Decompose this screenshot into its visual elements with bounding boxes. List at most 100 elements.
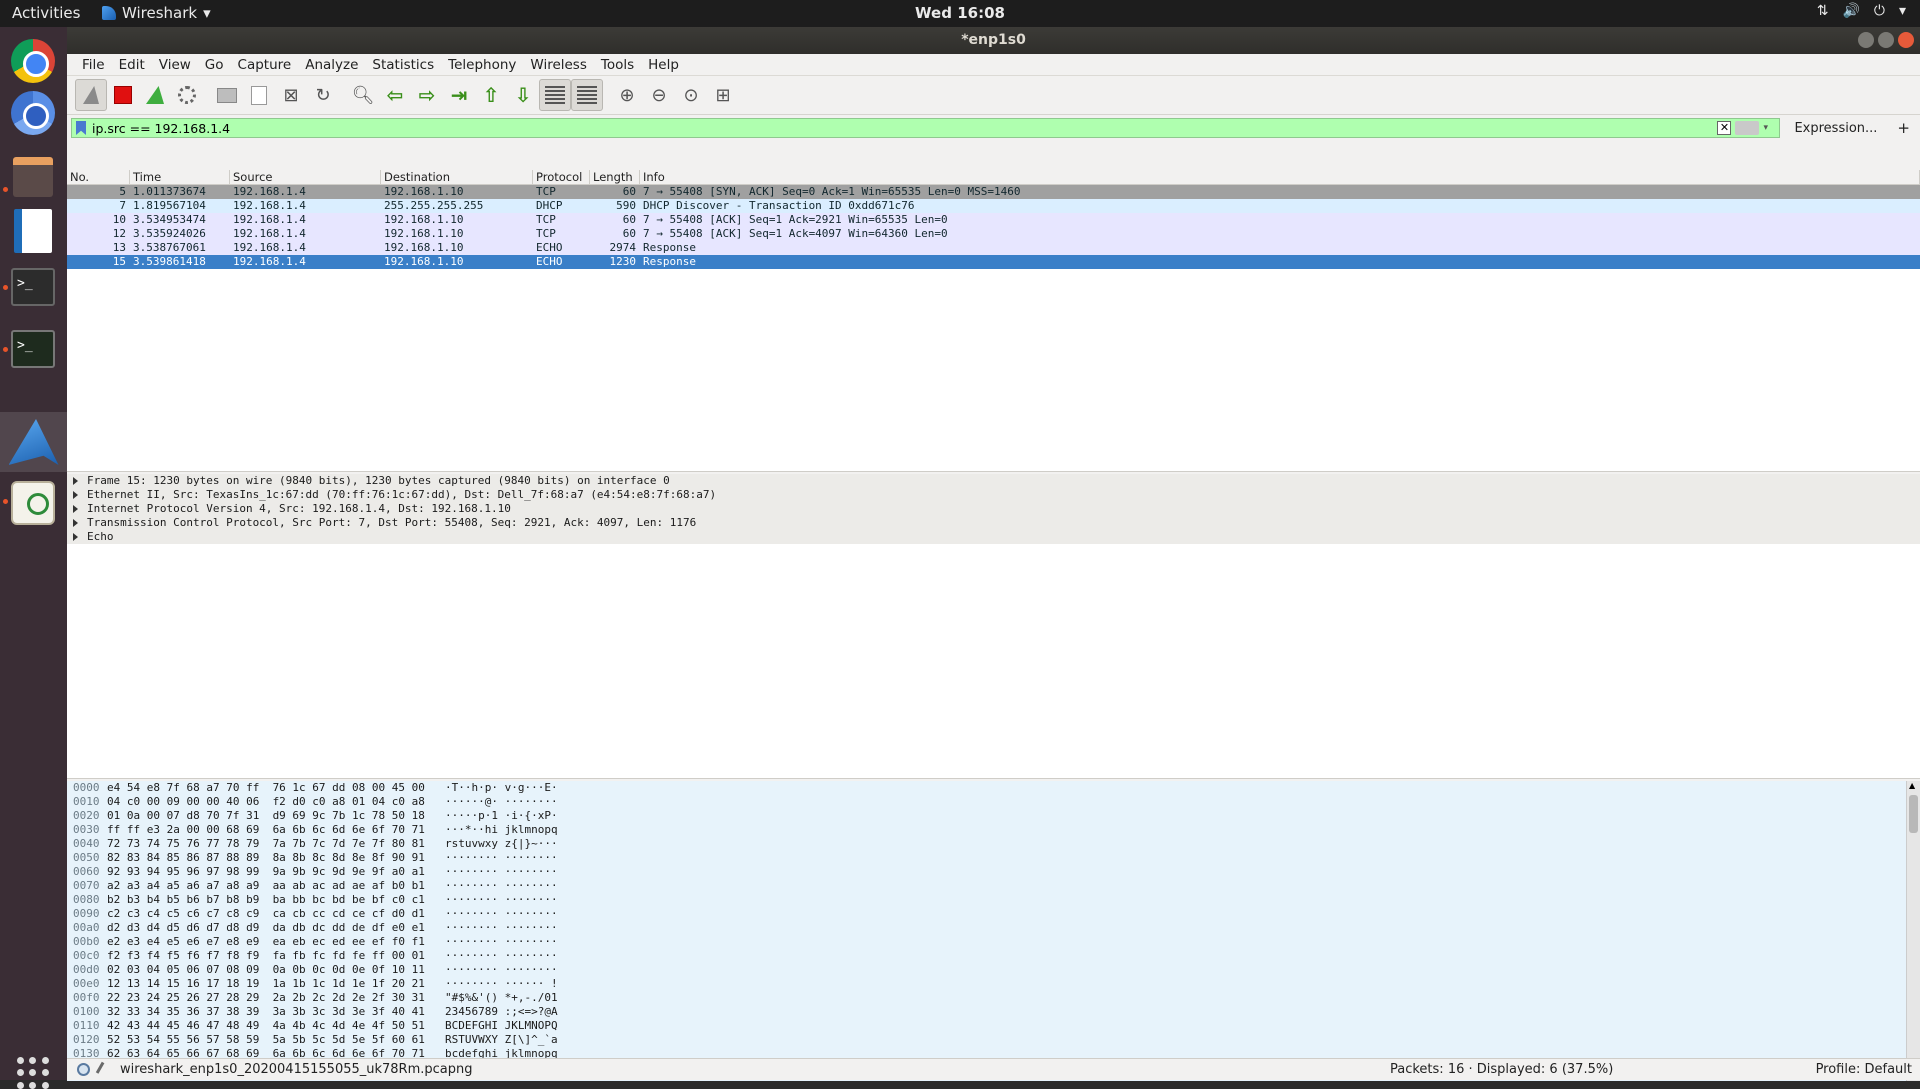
volume-icon[interactable]: 🔊 bbox=[1842, 3, 1859, 19]
show-applications-button[interactable] bbox=[17, 1057, 49, 1089]
activities-button[interactable]: Activities bbox=[12, 4, 80, 22]
reload-file-button[interactable]: ↻ bbox=[307, 79, 339, 111]
menu-file[interactable]: File bbox=[75, 57, 112, 73]
scrollbar-thumb[interactable] bbox=[1909, 795, 1918, 833]
normal-size-button[interactable]: ⊙ bbox=[675, 79, 707, 111]
hex-row[interactable]: 0030 ff ff e3 2a 00 00 68 69 6a 6b 6c 6d … bbox=[67, 823, 1920, 837]
packet-list[interactable]: No. Time Source Destination Protocol Len… bbox=[67, 170, 1920, 472]
detail-tree-item[interactable]: Echo bbox=[67, 530, 1920, 544]
hex-row[interactable]: 0070 a2 a3 a4 a5 a6 a7 a8 a9 aa ab ac ad … bbox=[67, 879, 1920, 893]
packet-row[interactable]: 15 3.539861418 192.168.1.4 192.168.1.10 ECHO… bbox=[67, 255, 1920, 269]
start-capture-button[interactable] bbox=[75, 79, 107, 111]
menu-analyze[interactable]: Analyze bbox=[298, 57, 365, 73]
first-packet-button[interactable]: ⇧ bbox=[475, 79, 507, 111]
packet-row[interactable]: 13 3.538767061 192.168.1.4 192.168.1.10 ECHO… bbox=[67, 241, 1920, 255]
menu-tools[interactable]: Tools bbox=[594, 57, 641, 73]
capture-options-button[interactable] bbox=[171, 79, 203, 111]
column-destination[interactable]: Destination bbox=[381, 170, 533, 184]
packet-row[interactable]: 12 3.535924026 192.168.1.4 192.168.1.10 TCP 6… bbox=[67, 227, 1920, 241]
expert-info-icon[interactable] bbox=[77, 1063, 90, 1076]
packet-bytes[interactable]: 0000 e4 54 e8 7f 68 a7 70 ff 76 1c 67 dd … bbox=[67, 781, 1920, 1081]
hex-row[interactable]: 00d0 02 03 04 05 06 07 08 09 0a 0b 0c 0d … bbox=[67, 963, 1920, 977]
dock-terminal[interactable]: >_ bbox=[9, 263, 57, 311]
expand-arrow-icon[interactable] bbox=[73, 505, 78, 513]
maximize-button[interactable] bbox=[1878, 32, 1894, 48]
stop-capture-button[interactable] bbox=[107, 79, 139, 111]
dock-wireshark[interactable] bbox=[0, 412, 67, 472]
close-button[interactable] bbox=[1898, 32, 1914, 48]
expand-arrow-icon[interactable] bbox=[73, 491, 78, 499]
dock-terminal-2[interactable]: >_ bbox=[9, 325, 57, 373]
zoom-in-button[interactable]: ⊕ bbox=[611, 79, 643, 111]
column-length[interactable]: Length bbox=[590, 170, 640, 184]
hex-row[interactable]: 00b0 e2 e3 e4 e5 e6 e7 e8 e9 ea eb ec ed … bbox=[67, 935, 1920, 949]
restart-capture-button[interactable] bbox=[139, 79, 171, 111]
column-info[interactable]: Info bbox=[640, 170, 1920, 184]
column-protocol[interactable]: Protocol bbox=[533, 170, 590, 184]
autoscroll-button[interactable] bbox=[539, 79, 571, 111]
hex-row[interactable]: 0120 52 53 54 55 56 57 58 59 5a 5b 5c 5d … bbox=[67, 1033, 1920, 1047]
menu-capture[interactable]: Capture bbox=[231, 57, 299, 73]
hex-row[interactable]: 00c0 f2 f3 f4 f5 f6 f7 f8 f9 fa fb fc fd … bbox=[67, 949, 1920, 963]
dock-writer[interactable] bbox=[9, 207, 57, 255]
last-packet-button[interactable]: ⇩ bbox=[507, 79, 539, 111]
hex-row[interactable]: 0100 32 33 34 35 36 37 38 39 3a 3b 3c 3d … bbox=[67, 1005, 1920, 1019]
filter-history-dropdown[interactable]: ▾ bbox=[1763, 123, 1775, 133]
menu-help[interactable]: Help bbox=[641, 57, 686, 73]
detail-tree-item[interactable]: Frame 15: 1230 bytes on wire (9840 bits)… bbox=[67, 474, 1920, 488]
dock-files[interactable] bbox=[9, 153, 57, 201]
hex-row[interactable]: 0050 82 83 84 85 86 87 88 89 8a 8b 8c 8d … bbox=[67, 851, 1920, 865]
minimize-button[interactable] bbox=[1858, 32, 1874, 48]
bytes-scrollbar[interactable]: ▲ ▼ bbox=[1906, 781, 1920, 1081]
detail-tree-item[interactable]: Internet Protocol Version 4, Src: 192.16… bbox=[67, 502, 1920, 516]
expand-arrow-icon[interactable] bbox=[73, 533, 78, 541]
go-to-packet-button[interactable]: ⇥ bbox=[443, 79, 475, 111]
network-icon[interactable]: ⇅ bbox=[1817, 3, 1829, 19]
window-titlebar[interactable]: *enp1s0 bbox=[67, 27, 1920, 54]
hex-row[interactable]: 0000 e4 54 e8 7f 68 a7 70 ff 76 1c 67 dd … bbox=[67, 781, 1920, 795]
close-file-button[interactable]: ⊠ bbox=[275, 79, 307, 111]
resize-columns-button[interactable]: ⊞ bbox=[707, 79, 739, 111]
expand-arrow-icon[interactable] bbox=[73, 519, 78, 527]
column-source[interactable]: Source bbox=[230, 170, 381, 184]
scroll-up-icon[interactable]: ▲ bbox=[1909, 781, 1915, 790]
system-tray[interactable]: ⇅ 🔊 ⏻ ▾ bbox=[1817, 3, 1906, 19]
add-filter-button[interactable]: + bbox=[1891, 119, 1916, 137]
menu-edit[interactable]: Edit bbox=[112, 57, 152, 73]
edit-comment-icon[interactable] bbox=[95, 1061, 113, 1078]
bookmark-icon[interactable] bbox=[76, 121, 86, 135]
column-time[interactable]: Time bbox=[130, 170, 230, 184]
hex-row[interactable]: 00f0 22 23 24 25 26 27 28 29 2a 2b 2c 2d … bbox=[67, 991, 1920, 1005]
profile-selector[interactable]: Profile: Default bbox=[1810, 1062, 1920, 1077]
find-packet-button[interactable]: 🔍︎ bbox=[347, 79, 379, 111]
hex-row[interactable]: 0080 b2 b3 b4 b5 b6 b7 b8 b9 ba bb bc bd … bbox=[67, 893, 1920, 907]
hex-row[interactable]: 0090 c2 c3 c4 c5 c6 c7 c8 c9 ca cb cc cd … bbox=[67, 907, 1920, 921]
dock-packet-sniffer[interactable] bbox=[9, 479, 57, 527]
zoom-out-button[interactable]: ⊖ bbox=[643, 79, 675, 111]
hex-row[interactable]: 0110 42 43 44 45 46 47 48 49 4a 4b 4c 4d … bbox=[67, 1019, 1920, 1033]
dock-chrome[interactable] bbox=[9, 37, 57, 85]
menu-wireless[interactable]: Wireless bbox=[523, 57, 594, 73]
display-filter-input[interactable] bbox=[92, 120, 1718, 136]
packet-details[interactable]: Frame 15: 1230 bytes on wire (9840 bits)… bbox=[67, 474, 1920, 779]
hex-row[interactable]: 0060 92 93 94 95 96 97 98 99 9a 9b 9c 9d … bbox=[67, 865, 1920, 879]
menu-statistics[interactable]: Statistics bbox=[365, 57, 441, 73]
detail-tree-item[interactable]: Transmission Control Protocol, Src Port:… bbox=[67, 516, 1920, 530]
chevron-down-icon[interactable]: ▾ bbox=[1899, 3, 1906, 19]
expression-button[interactable]: Expression... bbox=[1786, 121, 1885, 136]
hex-row[interactable]: 00e0 12 13 14 15 16 17 18 19 1a 1b 1c 1d … bbox=[67, 977, 1920, 991]
clock[interactable]: Wed 16:08 bbox=[0, 4, 1920, 22]
hex-row[interactable]: 00a0 d2 d3 d4 d5 d6 d7 d8 d9 da db dc dd … bbox=[67, 921, 1920, 935]
column-no[interactable]: No. bbox=[67, 170, 130, 184]
apply-filter-button[interactable] bbox=[1735, 121, 1760, 135]
display-filter-field[interactable]: ✕ ▾ bbox=[71, 118, 1781, 138]
dock-chromium[interactable] bbox=[9, 89, 57, 137]
menu-view[interactable]: View bbox=[152, 57, 198, 73]
go-forward-button[interactable]: ⇨ bbox=[411, 79, 443, 111]
go-back-button[interactable]: ⇦ bbox=[379, 79, 411, 111]
menu-go[interactable]: Go bbox=[198, 57, 231, 73]
hex-row[interactable]: 0040 72 73 74 75 76 77 78 79 7a 7b 7c 7d … bbox=[67, 837, 1920, 851]
save-file-button[interactable] bbox=[243, 79, 275, 111]
open-file-button[interactable] bbox=[211, 79, 243, 111]
expand-arrow-icon[interactable] bbox=[73, 477, 78, 485]
